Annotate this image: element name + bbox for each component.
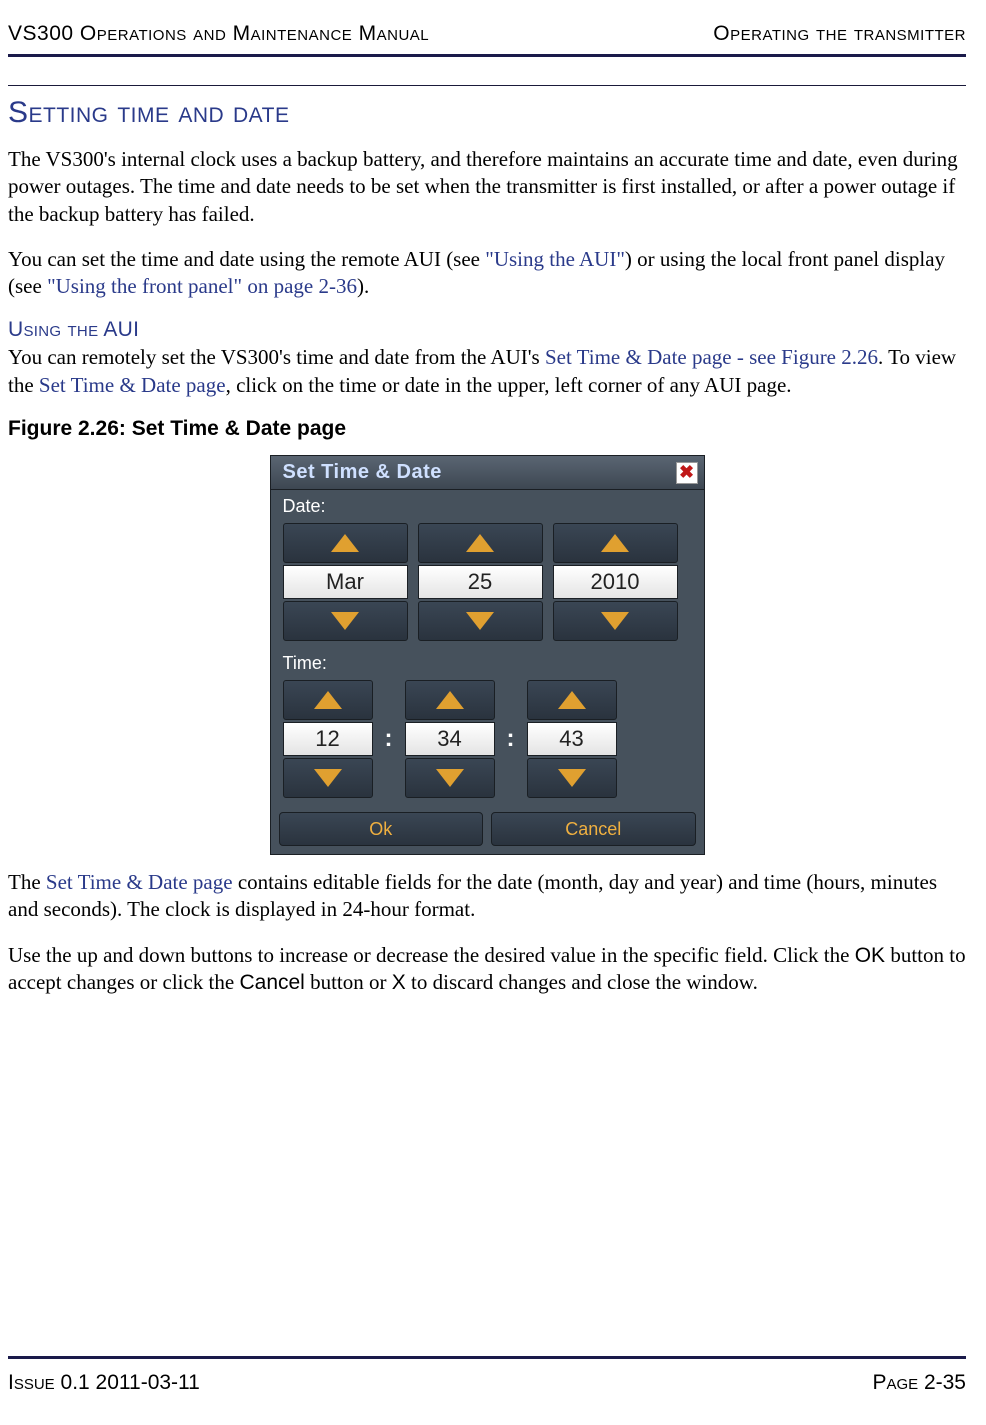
arrow-down-icon [601,612,629,630]
day-spinner: 25 [418,523,543,641]
x-label-ref: X [392,971,406,994]
time-colon-2: : [505,725,517,753]
footer-left: Issue 0.1 2011-03-11 [8,1371,200,1395]
link-using-front-panel[interactable]: "Using the front panel" on page 2-36 [47,274,357,298]
p5-text-a: Use the up and down buttons to increase … [8,943,855,967]
paragraph-4: The Set Time & Date page contains editab… [8,869,966,924]
arrow-up-icon [331,534,359,552]
arrow-up-icon [601,534,629,552]
minute-down-button[interactable] [405,758,495,798]
hour-up-button[interactable] [283,680,373,720]
header-right: Operating the transmitter [713,22,966,46]
hour-spinner: 12 [283,680,373,798]
arrow-down-icon [314,769,342,787]
p4-text-a: The [8,870,46,894]
set-time-date-dialog: Set Time & Date ✖ Date: Mar 25 2010 Time… [270,455,705,855]
time-spinners: 12 : 34 : 43 [271,678,704,804]
arrow-down-icon [558,769,586,787]
link-using-aui[interactable]: "Using the AUI" [485,247,625,271]
dialog-titlebar: Set Time & Date ✖ [271,456,704,490]
day-up-button[interactable] [418,523,543,563]
minute-up-button[interactable] [405,680,495,720]
arrow-up-icon [436,691,464,709]
date-label: Date: [271,490,704,521]
hour-value[interactable]: 12 [283,722,373,756]
minute-spinner: 34 [405,680,495,798]
dialog-title: Set Time & Date [283,461,442,484]
paragraph-5: Use the up and down buttons to increase … [8,942,966,997]
subheading-using-aui: Using the AUI [8,318,966,342]
dialog-buttons: Ok Cancel [271,804,704,854]
p5-text-c: button or [305,970,392,994]
arrow-up-icon [466,534,494,552]
second-up-button[interactable] [527,680,617,720]
p2-text-a: You can set the time and date using the … [8,247,485,271]
section-rule [8,85,966,86]
cancel-label-ref: Cancel [239,971,304,994]
paragraph-1: The VS300's internal clock uses a backup… [8,146,966,228]
cancel-button[interactable]: Cancel [491,812,696,846]
second-spinner: 43 [527,680,617,798]
figure-wrap: Set Time & Date ✖ Date: Mar 25 2010 Time… [8,455,966,855]
ok-label-ref: OK [855,944,885,967]
page-header: VS300 Operations and Maintenance Manual … [8,22,966,54]
p5-text-d: to discard changes and close the window. [406,970,758,994]
year-down-button[interactable] [553,601,678,641]
day-down-button[interactable] [418,601,543,641]
section-heading: Setting time and date [8,96,966,130]
month-spinner: Mar [283,523,408,641]
arrow-up-icon [558,691,586,709]
paragraph-3: You can remotely set the VS300's time an… [8,344,966,399]
second-value[interactable]: 43 [527,722,617,756]
page-footer: Issue 0.1 2011-03-11 Page 2-35 [8,1371,966,1395]
minute-value[interactable]: 34 [405,722,495,756]
p3-text-a: You can remotely set the VS300's time an… [8,345,545,369]
time-colon-1: : [383,725,395,753]
month-up-button[interactable] [283,523,408,563]
link-set-time-date-fig[interactable]: Set Time & Date page - see Figure 2.26 [545,345,878,369]
hour-down-button[interactable] [283,758,373,798]
arrow-down-icon [466,612,494,630]
time-label: Time: [271,647,704,678]
header-rule [8,54,966,57]
footer-right: Page 2-35 [872,1371,966,1395]
paragraph-2: You can set the time and date using the … [8,246,966,301]
ok-button[interactable]: Ok [279,812,484,846]
day-value[interactable]: 25 [418,565,543,599]
footer-rule [8,1356,966,1359]
arrow-down-icon [331,612,359,630]
close-icon[interactable]: ✖ [676,462,698,484]
header-left: VS300 Operations and Maintenance Manual [8,22,429,46]
month-down-button[interactable] [283,601,408,641]
figure-caption: Figure 2.26: Set Time & Date page [8,417,966,441]
month-value[interactable]: Mar [283,565,408,599]
arrow-up-icon [314,691,342,709]
date-spinners: Mar 25 2010 [271,521,704,647]
year-value[interactable]: 2010 [553,565,678,599]
link-set-time-date-page-2[interactable]: Set Time & Date page [46,870,233,894]
second-down-button[interactable] [527,758,617,798]
p2-text-c: ). [357,274,369,298]
year-up-button[interactable] [553,523,678,563]
link-set-time-date-page[interactable]: Set Time & Date page [39,373,226,397]
year-spinner: 2010 [553,523,678,641]
arrow-down-icon [436,769,464,787]
p3-text-c: , click on the time or date in the upper… [226,373,792,397]
